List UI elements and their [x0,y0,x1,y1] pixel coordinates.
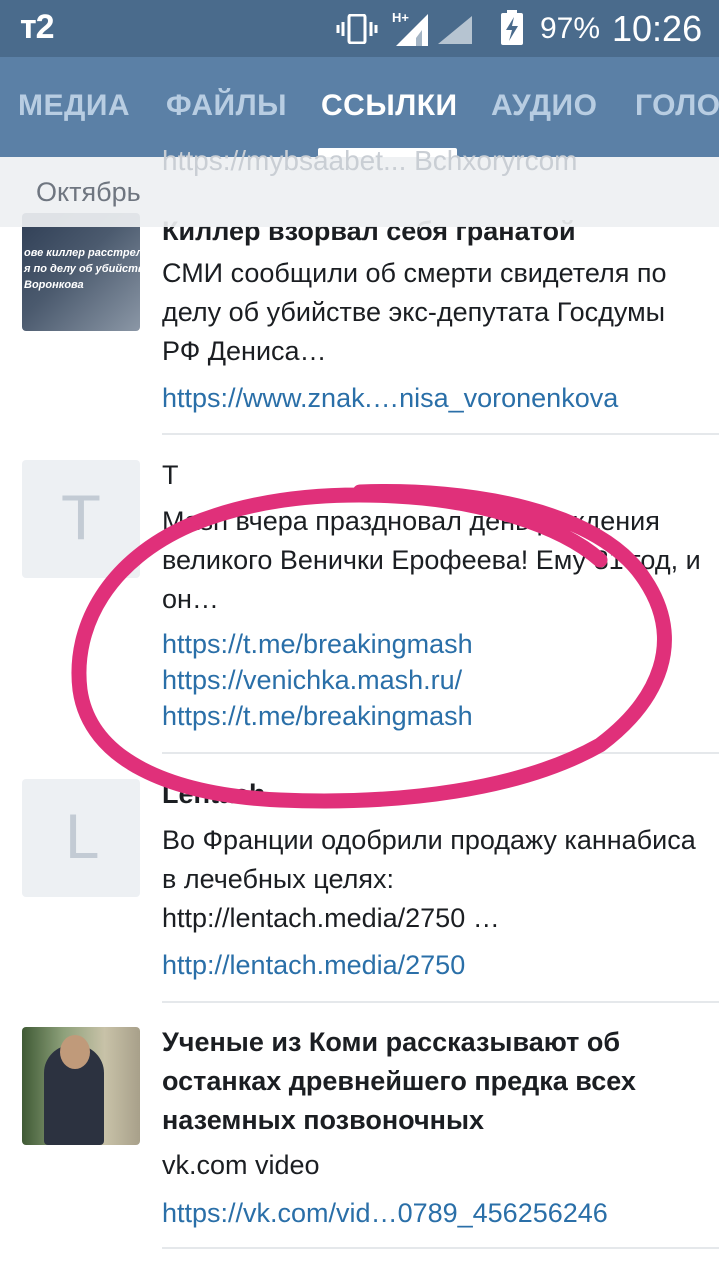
video-thumbnail [22,1027,140,1145]
thumbnail-caption: ове киллер расстрелял я по делу об убийс… [24,247,140,291]
vibrate-icon [336,14,378,44]
item-divider [162,752,719,754]
item-description: Во Франции одобрили продажу каннабиса в … [162,825,696,933]
item-link[interactable]: https://t.me/breakingmash [162,698,473,734]
tab-voice[interactable]: ГОЛО [635,89,719,123]
item-link[interactable]: http://lentach.media/2750 [162,947,465,983]
item-link[interactable]: https://www.znak.…nisa_voronenkova [162,380,618,416]
item-description: Mash вчера праздновал день рождения вели… [162,506,701,614]
item-divider [162,1247,719,1249]
item-description: vk.com video [162,1150,320,1180]
tab-bar: МЕДИА ФАЙЛЫ ССЫЛКИ АУДИО ГОЛО [0,57,719,157]
item-description: СМИ сообщили об смерти свидетеля по делу… [162,258,667,366]
tab-media[interactable]: МЕДИА [18,89,130,123]
section-month-label: Октябрь [36,177,141,207]
item-link[interactable]: https://t.me/breakingmash [162,626,473,662]
svg-text:H+: H+ [392,10,409,25]
signal-hplus-icon: H+ [392,10,428,46]
tab-files[interactable]: ФАЙЛЫ [166,89,287,123]
person-head [60,1035,90,1069]
carrier-logo: т2 [20,8,55,46]
scrolled-link-peek: https://mybsaabet... Bchxoryrcom [162,145,578,176]
list-item[interactable]: T T Mash вчера праздновал день рождения … [0,436,719,754]
item-title: Ученые из Коми рассказывают об останках … [162,1027,636,1135]
item-link[interactable]: https://venichka.mash.ru/ [162,662,462,698]
tab-audio[interactable]: АУДИО [491,89,597,123]
avatar-letter: L [22,779,140,897]
item-divider [162,433,719,435]
item-title: Lentach [162,779,266,809]
item-link[interactable]: https://vk.com/vid…0789_456256246 [162,1195,608,1231]
item-title: T [162,460,179,490]
avatar-letter: T [22,460,140,578]
section-header: https://mybsaabet... Bchxoryrcom Октябрь [0,145,719,227]
list-item[interactable]: L Lentach Во Франции одобрили продажу ка… [0,755,719,1005]
list-item[interactable]: Ученые из Коми рассказывают об останках … [0,1003,719,1253]
status-bar: т2 H+ 97% 10:26 [0,0,719,57]
link-thumbnail: ове киллер расстрелял я по делу об убийс… [22,213,140,331]
list-item[interactable]: ове киллер расстрелял я по делу об убийс… [0,205,719,435]
battery-percent: 97% [540,12,601,45]
clock: 10:26 [612,8,703,49]
battery-charging-icon [501,10,523,45]
signal-icon [438,16,472,44]
tab-links[interactable]: ССЫЛКИ [321,89,458,123]
